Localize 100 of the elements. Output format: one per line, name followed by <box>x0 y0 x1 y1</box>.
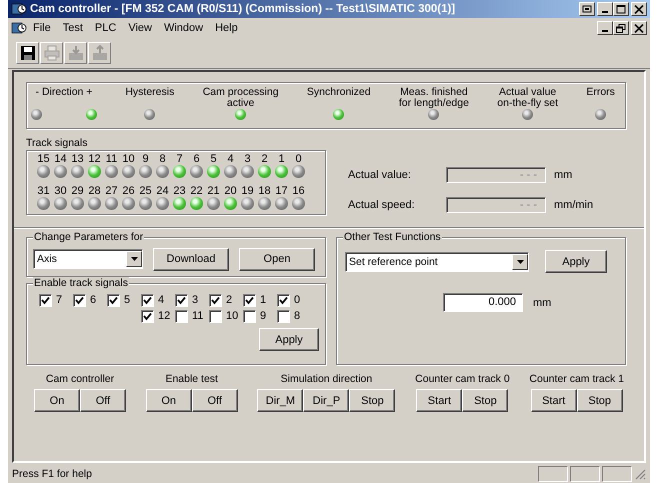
checkbox[interactable] <box>243 294 256 306</box>
group-title: Enable track signals <box>33 277 129 289</box>
minimize-button[interactable] <box>597 21 613 35</box>
action-button[interactable]: Download <box>153 248 229 270</box>
menu-item[interactable]: View <box>122 21 158 35</box>
track-number: 7 <box>176 154 183 165</box>
minimize-icon <box>602 10 608 12</box>
track-number: 29 <box>71 186 84 197</box>
maximize-button[interactable] <box>613 2 629 16</box>
close-button[interactable] <box>631 2 647 16</box>
window-icon <box>582 4 592 14</box>
control-button[interactable]: Start <box>416 389 462 412</box>
checkbox-label: 2 <box>226 294 232 306</box>
menu-item[interactable]: File <box>27 21 57 35</box>
track-number: 13 <box>71 154 84 165</box>
control-button[interactable]: Start <box>530 389 577 412</box>
toolbar-button[interactable] <box>16 42 39 64</box>
track-number: 25 <box>139 186 152 197</box>
apply-button[interactable]: Apply <box>545 250 607 273</box>
control-button[interactable]: Stop <box>462 389 508 412</box>
checkbox[interactable] <box>39 294 52 306</box>
dropdown-button[interactable] <box>126 251 142 267</box>
track-number: 14 <box>54 154 67 165</box>
menu-item[interactable]: Window <box>158 21 210 35</box>
help-button[interactable] <box>579 2 595 16</box>
track-number: 23 <box>173 186 186 197</box>
track-number: 8 <box>159 154 166 165</box>
readout-field: - - - <box>446 167 546 183</box>
dropdown[interactable]: Set reference point <box>345 252 529 272</box>
track-number: 18 <box>258 186 271 197</box>
menu-item[interactable]: Help <box>209 21 244 35</box>
action-button[interactable]: Open <box>239 248 315 270</box>
minimize-button[interactable] <box>597 2 613 16</box>
close-icon <box>634 24 644 32</box>
control-button[interactable]: Off <box>80 389 126 412</box>
checkbox-label: 5 <box>124 294 130 306</box>
app-icon <box>11 21 27 35</box>
indicator-label: Meas. finished for length/edge <box>398 87 469 109</box>
menu-item[interactable]: PLC <box>88 21 122 35</box>
indicator-label: Hysteresis <box>125 87 174 100</box>
control-button[interactable]: Stop <box>576 389 623 412</box>
caret-icon <box>130 257 138 261</box>
track-number: 12 <box>88 154 101 165</box>
close-button[interactable] <box>631 21 647 35</box>
close-icon <box>634 4 644 14</box>
checkbox-label: 9 <box>260 310 266 322</box>
button-group-label: Cam controller <box>46 373 114 385</box>
checkbox-label: 7 <box>56 294 62 306</box>
checkbox-label: 3 <box>192 294 198 306</box>
track-number: 3 <box>244 154 251 165</box>
track-number: 28 <box>88 186 101 197</box>
button-group-label: Simulation direction <box>280 373 372 385</box>
checkbox[interactable] <box>175 310 188 322</box>
restore-button[interactable] <box>613 21 629 35</box>
track-number: 31 <box>37 186 50 197</box>
resize-grip-icon[interactable] <box>634 468 646 480</box>
track-number: 2 <box>261 154 268 165</box>
readout-field: - - - <box>446 197 546 213</box>
status-text: Press F1 for help <box>12 468 93 480</box>
track-number: 0 <box>295 154 302 165</box>
checkbox[interactable] <box>141 294 154 306</box>
status-pane <box>538 466 568 482</box>
track-number: 24 <box>156 186 169 197</box>
control-button[interactable]: On <box>34 389 80 412</box>
dropdown[interactable]: Axis <box>33 249 143 269</box>
checkbox[interactable] <box>107 294 120 306</box>
checkbox[interactable] <box>209 294 222 306</box>
track-number: 16 <box>292 186 305 197</box>
unit-label: mm <box>533 296 552 308</box>
track-number: 22 <box>190 186 203 197</box>
printer-icon <box>44 45 60 61</box>
control-button[interactable]: Dir_P <box>303 389 350 412</box>
track-number: 21 <box>207 186 220 197</box>
caret-icon <box>516 260 524 264</box>
track-number: 30 <box>54 186 67 197</box>
menu-item[interactable]: Test <box>56 21 89 35</box>
checkbox-label: 8 <box>294 310 300 322</box>
checkbox[interactable] <box>209 310 222 322</box>
control-button[interactable]: On <box>146 389 192 412</box>
track-number: 9 <box>142 154 149 165</box>
section-label: Track signals <box>26 137 88 149</box>
control-button[interactable]: Stop <box>349 389 396 412</box>
save-icon <box>20 45 36 61</box>
checkbox[interactable] <box>175 294 188 306</box>
checkbox-label: 11 <box>192 310 204 322</box>
app-icon <box>11 2 27 16</box>
checkbox[interactable] <box>277 310 290 322</box>
input-field[interactable]: 0.000 <box>443 293 523 312</box>
indicator-label: Synchronized <box>306 87 371 100</box>
control-button[interactable]: Dir_M <box>257 389 304 412</box>
checkbox-label: 4 <box>158 294 164 306</box>
checkbox[interactable] <box>243 310 256 322</box>
checkbox[interactable] <box>73 294 86 306</box>
apply-button[interactable]: Apply <box>259 328 319 351</box>
dropdown-button[interactable] <box>512 254 528 270</box>
status-pane <box>602 466 632 482</box>
checkbox[interactable] <box>277 294 290 306</box>
control-button[interactable]: Off <box>192 389 238 412</box>
checkbox[interactable] <box>141 310 154 322</box>
unit-label: mm/min <box>554 199 594 211</box>
